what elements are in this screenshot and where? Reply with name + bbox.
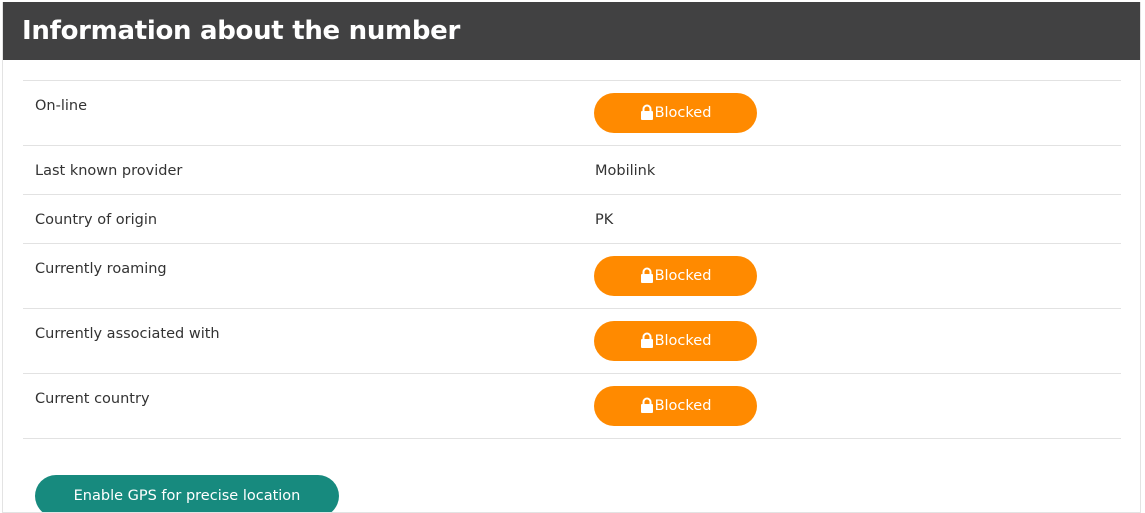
lock-icon [640, 332, 653, 348]
row-label: Current country [35, 391, 150, 407]
table-row-associated: Currently associated with Blocked [23, 309, 1121, 374]
blocked-button-roaming[interactable]: Blocked [594, 256, 757, 296]
lock-icon [640, 104, 653, 120]
table-row-current-country: Current country Blocked [23, 374, 1121, 439]
number-info-panel: Information about the number On-line Blo… [2, 2, 1141, 513]
lock-icon [640, 397, 653, 413]
row-label: Country of origin [35, 212, 158, 228]
row-label: Currently associated with [35, 326, 220, 342]
blocked-button-associated[interactable]: Blocked [594, 321, 757, 361]
country-origin-value: PK [595, 212, 614, 228]
row-label: Currently roaming [35, 261, 167, 277]
row-label: Last known provider [35, 163, 183, 179]
table-row-country-origin: Country of origin PK [23, 195, 1121, 244]
table-row-provider: Last known provider Mobilink [23, 146, 1121, 195]
table-row-roaming: Currently roaming Blocked [23, 244, 1121, 309]
info-table: On-line Blocked Last known provider Mobi… [23, 80, 1121, 439]
table-row-online: On-line Blocked [23, 81, 1121, 146]
lock-icon [640, 267, 653, 283]
blocked-label: Blocked [654, 333, 712, 349]
enable-gps-button[interactable]: Enable GPS for precise location [35, 475, 339, 512]
panel-header: Information about the number [3, 2, 1140, 60]
blocked-button-online[interactable]: Blocked [594, 93, 757, 133]
row-label: On-line [35, 98, 88, 114]
blocked-label: Blocked [654, 105, 712, 121]
blocked-button-current-country[interactable]: Blocked [594, 386, 757, 426]
provider-value: Mobilink [595, 163, 656, 179]
page-title: Information about the number [22, 16, 460, 46]
blocked-label: Blocked [654, 268, 712, 284]
blocked-label: Blocked [654, 398, 712, 414]
